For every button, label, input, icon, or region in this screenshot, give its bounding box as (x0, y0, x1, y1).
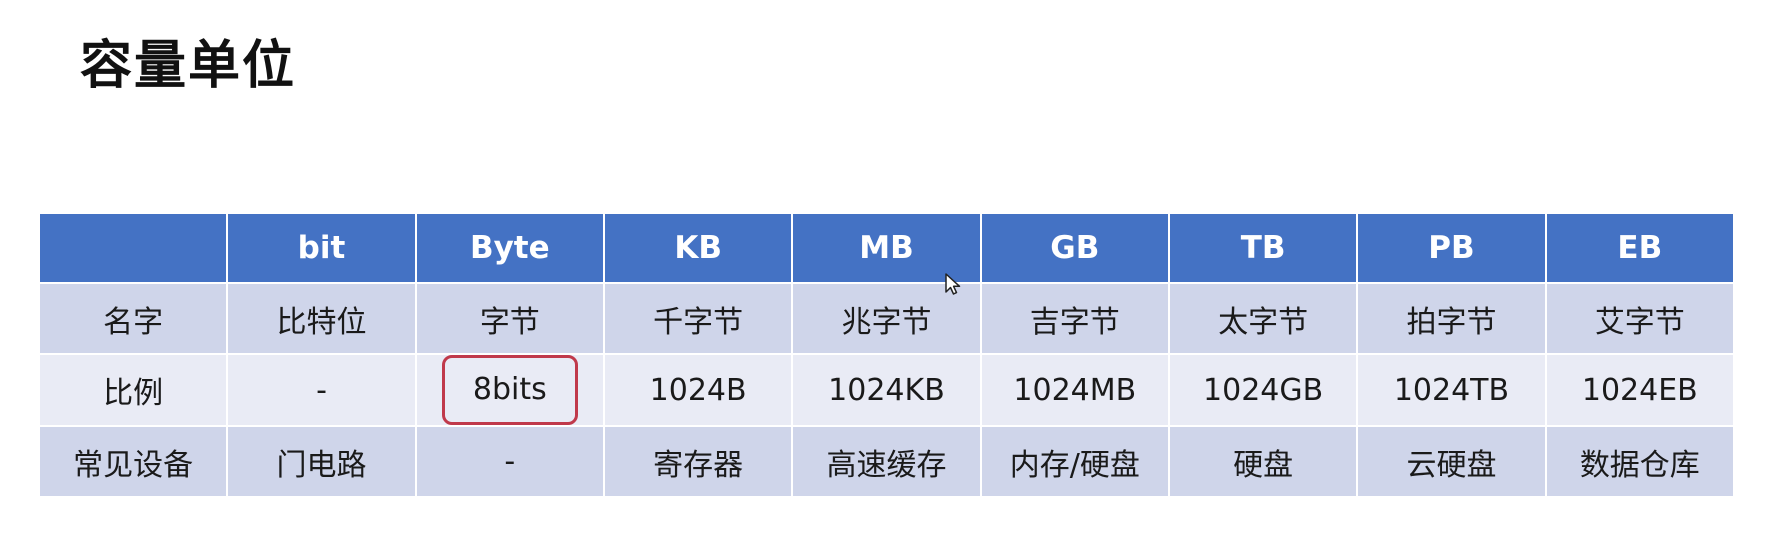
slide: 容量单位 bit Byte KB MB GB TB PB EB 名字 比特位 字… (0, 0, 1775, 554)
highlight-box: 8bits (441, 355, 578, 425)
table-header-row: bit Byte KB MB GB TB PB EB (37, 212, 1736, 284)
table-cell: 1024KB (791, 353, 982, 427)
table-cell: 太字节 (1167, 282, 1359, 355)
table-cell: 字节 (414, 282, 605, 355)
table-cell: 1024GB (1167, 353, 1359, 427)
mouse-pointer-icon (945, 273, 961, 295)
table-cell: 千字节 (602, 282, 794, 355)
table-cell: 比特位 (226, 282, 417, 355)
header-cell-pb: PB (1356, 212, 1547, 284)
table-cell: 数据仓库 (1544, 425, 1736, 498)
row-label: 名字 (37, 282, 229, 355)
table-cell: 1024B (602, 353, 794, 427)
capacity-units-table: bit Byte KB MB GB TB PB EB 名字 比特位 字节 千字节… (37, 212, 1736, 498)
table-cell: 吉字节 (979, 282, 1170, 355)
table-row-devices: 常见设备 门电路 - 寄存器 高速缓存 内存/硬盘 硬盘 云硬盘 数据仓库 (37, 425, 1736, 498)
table-row-name: 名字 比特位 字节 千字节 兆字节 吉字节 太字节 拍字节 艾字节 (37, 282, 1736, 355)
table-cell: 拍字节 (1356, 282, 1547, 355)
table-cell: 内存/硬盘 (979, 425, 1170, 498)
table-cell-highlighted: 8bits (414, 353, 605, 427)
table-cell: - (226, 353, 417, 427)
table-cell: 云硬盘 (1356, 425, 1547, 498)
header-cell-bit: bit (226, 212, 417, 284)
header-cell-eb: EB (1544, 212, 1736, 284)
table-row-ratio: 比例 - 8bits 1024B 1024KB 1024MB 1024GB 10… (37, 353, 1736, 427)
table-cell: 艾字节 (1544, 282, 1736, 355)
table-cell: 1024TB (1356, 353, 1547, 427)
table-cell: 门电路 (226, 425, 417, 498)
row-label: 比例 (37, 353, 229, 427)
table-cell: 高速缓存 (791, 425, 982, 498)
header-cell-tb: TB (1167, 212, 1359, 284)
table-cell: 1024MB (979, 353, 1170, 427)
table-cell: 寄存器 (602, 425, 794, 498)
row-label: 常见设备 (37, 425, 229, 498)
header-cell-gb: GB (979, 212, 1170, 284)
table-cell: 1024EB (1544, 353, 1736, 427)
header-cell-kb: KB (602, 212, 794, 284)
table-cell: - (414, 425, 605, 498)
page-title: 容量单位 (80, 36, 297, 96)
header-cell-corner (37, 212, 229, 284)
header-cell-byte: Byte (414, 212, 605, 284)
table-cell: 硬盘 (1167, 425, 1359, 498)
